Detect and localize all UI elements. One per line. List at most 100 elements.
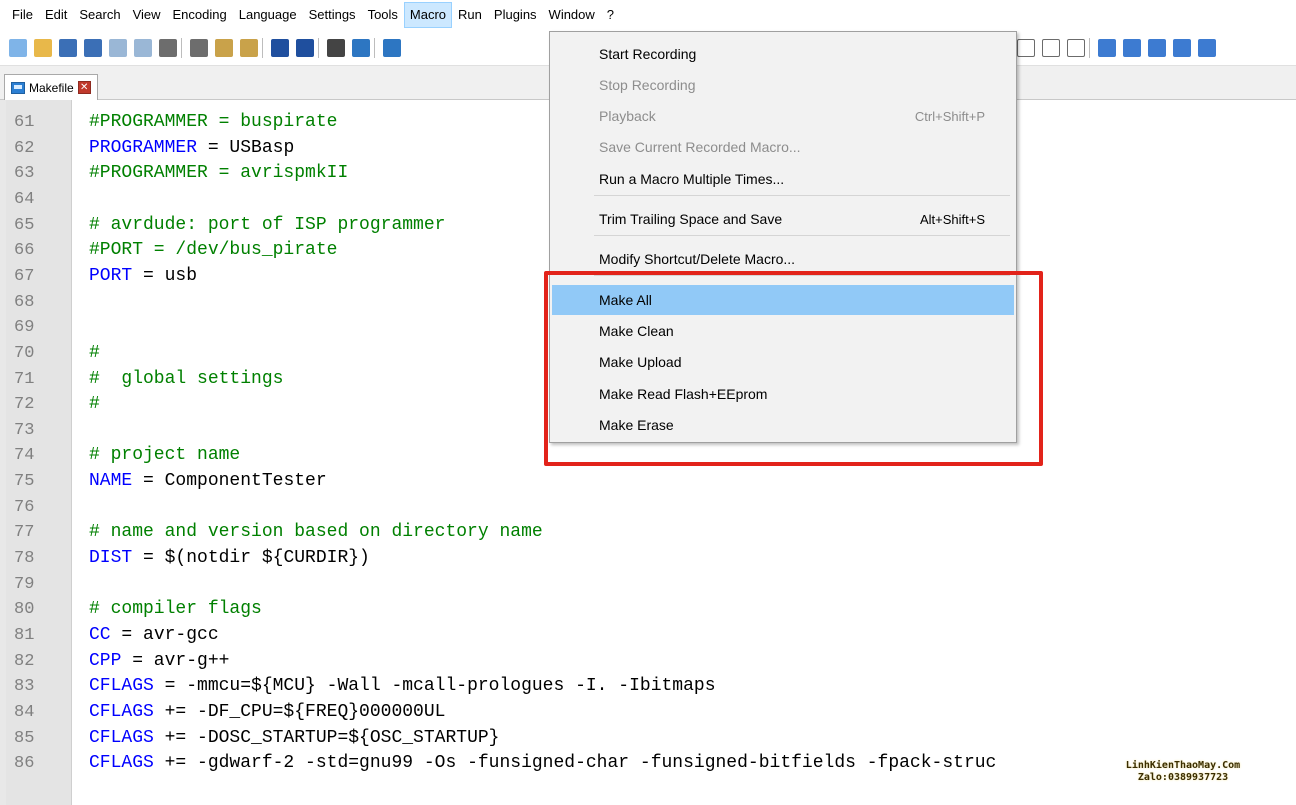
tab-makefile[interactable]: Makefile ✕ <box>4 74 98 100</box>
line-number: 62 <box>14 138 35 158</box>
macro-save-icon[interactable] <box>1067 39 1085 57</box>
copy-icon[interactable] <box>215 39 233 57</box>
comment-text: # <box>89 394 100 415</box>
code-line[interactable]: 82 CPP = avr-g++ <box>0 650 1296 674</box>
assignment-value: = avr-g++ <box>121 650 230 671</box>
line-number: 85 <box>14 728 35 748</box>
code-line[interactable]: 74 # project name <box>0 444 1296 468</box>
menu-item-label: Trim Trailing Space and Save <box>599 211 783 227</box>
new-file-icon[interactable] <box>9 39 27 57</box>
replace-icon[interactable] <box>352 39 370 57</box>
undo-icon[interactable] <box>271 39 289 57</box>
menu-item-make-all[interactable]: Make All <box>552 285 1014 315</box>
code-text: DIST = $(notdir ${CURDIR}) <box>89 547 370 571</box>
macro-run-multiple-icon[interactable] <box>1042 39 1060 57</box>
menu-item-make-upload[interactable]: Make Upload <box>552 347 1014 377</box>
menu-tools[interactable]: Tools <box>362 2 404 28</box>
code-line[interactable]: 80 # compiler flags <box>0 598 1296 622</box>
print-icon[interactable] <box>159 39 177 57</box>
menu-encoding[interactable]: Encoding <box>167 2 233 28</box>
menu-run[interactable]: Run <box>452 2 488 28</box>
menu-item-modify-shortcut-delete-macro[interactable]: Modify Shortcut/Delete Macro... <box>552 244 1014 274</box>
variable-name: CFLAGS <box>89 753 154 774</box>
assignment-value: = USBasp <box>197 137 295 158</box>
variable-name: DIST <box>89 548 133 569</box>
code-line[interactable]: 75 NAME = ComponentTester <box>0 470 1296 494</box>
menu-item-stop-recording[interactable]: Stop Recording <box>552 70 1014 100</box>
menu-view[interactable]: View <box>127 2 167 28</box>
menu-language[interactable]: Language <box>233 2 303 28</box>
code-line[interactable]: 78 DIST = $(notdir ${CURDIR}) <box>0 547 1296 571</box>
macro-play-icon[interactable] <box>1017 39 1035 57</box>
comment-text: #PROGRAMMER = avrispmkII <box>89 163 349 184</box>
line-number: 71 <box>14 369 35 389</box>
zoom-in-icon[interactable] <box>383 39 401 57</box>
function-list-icon[interactable] <box>1098 39 1116 57</box>
redo-icon[interactable] <box>296 39 314 57</box>
variable-name: CFLAGS <box>89 727 154 748</box>
menu-settings[interactable]: Settings <box>303 2 362 28</box>
assignment-value: = ComponentTester <box>132 471 327 492</box>
code-line[interactable]: 79 <box>0 573 1296 597</box>
monitoring-icon[interactable] <box>1173 39 1191 57</box>
assignment-value: = avr-gcc <box>110 625 219 645</box>
tab-label: Makefile <box>29 80 74 95</box>
menu-item-label: Make Erase <box>599 417 674 433</box>
menu-window[interactable]: Window <box>543 2 601 28</box>
code-text: #PROGRAMMER = buspirate <box>89 111 337 135</box>
cut-icon[interactable] <box>190 39 208 57</box>
menu-item-run-a-macro-multiple-times[interactable]: Run a Macro Multiple Times... <box>552 164 1014 194</box>
paste-icon[interactable] <box>240 39 258 57</box>
close-icon[interactable] <box>109 39 127 57</box>
menu-plugins[interactable]: Plugins <box>488 2 543 28</box>
code-line[interactable]: 77 # name and version based on directory … <box>0 521 1296 545</box>
toolbar-separator <box>181 38 182 58</box>
scroll-up-icon[interactable] <box>1198 39 1216 57</box>
code-line[interactable]: 84 CFLAGS += -DF_CPU=${FREQ}000000UL <box>0 701 1296 725</box>
menu-item-label: Start Recording <box>599 46 697 62</box>
close-all-icon[interactable] <box>134 39 152 57</box>
menu-item-make-clean[interactable]: Make Clean <box>552 316 1014 346</box>
menu-edit[interactable]: Edit <box>39 2 73 28</box>
line-number: 69 <box>14 318 35 338</box>
find-icon[interactable] <box>327 39 345 57</box>
doc-map-icon[interactable] <box>1123 39 1141 57</box>
save-icon[interactable] <box>59 39 77 57</box>
line-number: 65 <box>14 215 35 235</box>
menu-search[interactable]: Search <box>73 2 126 28</box>
code-line[interactable]: 81 CC = avr-gcc <box>0 624 1296 648</box>
menu-item-start-recording[interactable]: Start Recording <box>552 39 1014 69</box>
file-saved-icon <box>11 81 25 94</box>
line-number: 72 <box>14 395 35 415</box>
macro-menu-dropdown: Start Recording Stop Recording Playback Ctr… <box>549 31 1017 443</box>
line-number: 64 <box>14 189 35 209</box>
code-text: CFLAGS += -DF_CPU=${FREQ}000000UL <box>89 701 445 725</box>
line-number: 77 <box>14 523 35 543</box>
menu-item-make-read-flash-eeprom[interactable]: Make Read Flash+EEprom <box>552 379 1014 409</box>
menu-macro[interactable]: Macro <box>403 2 453 28</box>
code-line[interactable]: 76 <box>0 496 1296 520</box>
line-number: 81 <box>14 626 35 645</box>
menu-file[interactable]: File <box>6 2 39 28</box>
open-file-icon[interactable] <box>34 39 52 57</box>
code-line[interactable]: 83 CFLAGS = -mmcu=${MCU} -Wall -mcall-pro… <box>0 675 1296 699</box>
assignment-value: += -DF_CPU=${FREQ}000000UL <box>153 701 446 722</box>
save-all-icon[interactable] <box>84 39 102 57</box>
variable-name: CC <box>89 625 111 645</box>
code-line[interactable]: 85 CFLAGS += -DOSC_STARTUP=${OSC_STARTUP} <box>0 727 1296 751</box>
folder-as-workspace-icon[interactable] <box>1148 39 1166 57</box>
line-number: 68 <box>14 292 35 312</box>
menu-item-trim-trailing-space-and-save[interactable]: Trim Trailing Space and Save Alt+Shift+S <box>552 204 1014 234</box>
menu-help[interactable]: ? <box>601 2 620 28</box>
variable-name: CFLAGS <box>89 701 154 722</box>
line-number: 73 <box>14 420 35 440</box>
comment-text: # project name <box>89 445 241 466</box>
assignment-value: += -DOSC_STARTUP=${OSC_STARTUP} <box>153 727 500 748</box>
menu-item-playback[interactable]: Playback Ctrl+Shift+P <box>552 101 1014 131</box>
menu-item-save-current-recorded-macro[interactable]: Save Current Recorded Macro... <box>552 132 1014 162</box>
code-text: CPP = avr-g++ <box>89 650 229 674</box>
close-tab-icon[interactable]: ✕ <box>77 81 91 94</box>
line-number: 79 <box>14 574 35 594</box>
menu-item-make-erase[interactable]: Make Erase <box>552 410 1014 440</box>
toolbar-separator <box>318 38 319 58</box>
